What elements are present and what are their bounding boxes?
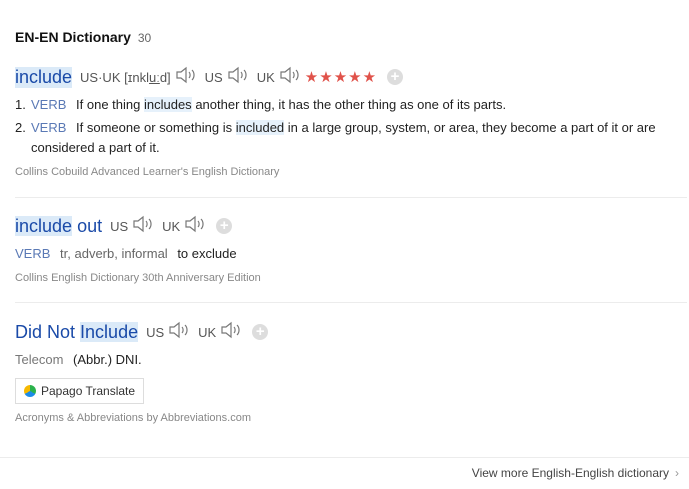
dictionary-source[interactable]: Collins Cobuild Advanced Learner's Engli… [15,166,677,178]
papago-logo-icon [24,385,36,397]
footer: View more English-English dictionary › [0,457,689,489]
entry-include-out: include out US UK + VERB tr, adverb, inf… [15,214,677,284]
part-of-speech: VERB [15,246,51,261]
speaker-icon[interactable] [279,66,301,89]
speaker-icon[interactable] [220,321,242,344]
headword[interactable]: Did Not Include [15,321,139,343]
speaker-icon[interactable] [132,215,154,238]
dictionary-header: EN-EN Dictionary 30 [15,29,151,45]
uk-label: UK [162,218,181,234]
speaker-icon[interactable] [184,215,206,238]
dictionary-title: EN-EN Dictionary [15,29,131,45]
plus-icon[interactable]: + [387,69,404,85]
plus-icon[interactable]: + [252,324,269,340]
definition-item: Telecom (Abbr.) DNI. [15,352,142,367]
headword[interactable]: include out [15,215,102,237]
uk-label: UK [256,69,275,85]
plus-icon[interactable]: + [216,218,233,234]
entry-include: include US·UK [ɪnkluːd] US UK ★★★★★ + 1.… [15,65,677,178]
part-of-speech: VERB [31,97,67,112]
part-of-speech: VERB [31,120,67,135]
domain-label: Telecom [15,352,64,367]
us-label: US [110,218,129,234]
definition-item: 2. VERB If someone or something is inclu… [15,120,656,155]
pronunciation: US·UK [ɪnkluːd] [80,69,171,85]
uk-label: UK [198,324,217,340]
papago-translate-button[interactable]: Papago Translate [15,378,145,404]
result-count: 30 [137,31,152,45]
us-label: US [146,324,165,340]
headword[interactable]: include [15,66,73,88]
dictionary-source[interactable]: Acronyms & Abbreviations by Abbreviation… [15,412,677,424]
dictionary-source[interactable]: Collins English Dictionary 30th Annivers… [15,272,677,284]
divider [15,197,687,198]
definition-item: 1. VERB If one thing includes another th… [15,97,507,112]
speaker-icon[interactable] [175,66,197,89]
divider [15,302,687,303]
speaker-icon[interactable] [227,66,249,89]
chevron-right-icon: › [675,466,679,480]
grammar-tags: tr, adverb, informal [60,246,168,261]
us-label: US [204,69,223,85]
definition-item: VERB tr, adverb, informal to exclude [15,246,237,261]
entry-did-not-include: Did Not Include US UK + Telecom (Abbr.) … [15,320,677,424]
view-more-link[interactable]: View more English-English dictionary › [472,466,679,480]
rating-stars: ★★★★★ [304,69,378,86]
speaker-icon[interactable] [168,321,190,344]
